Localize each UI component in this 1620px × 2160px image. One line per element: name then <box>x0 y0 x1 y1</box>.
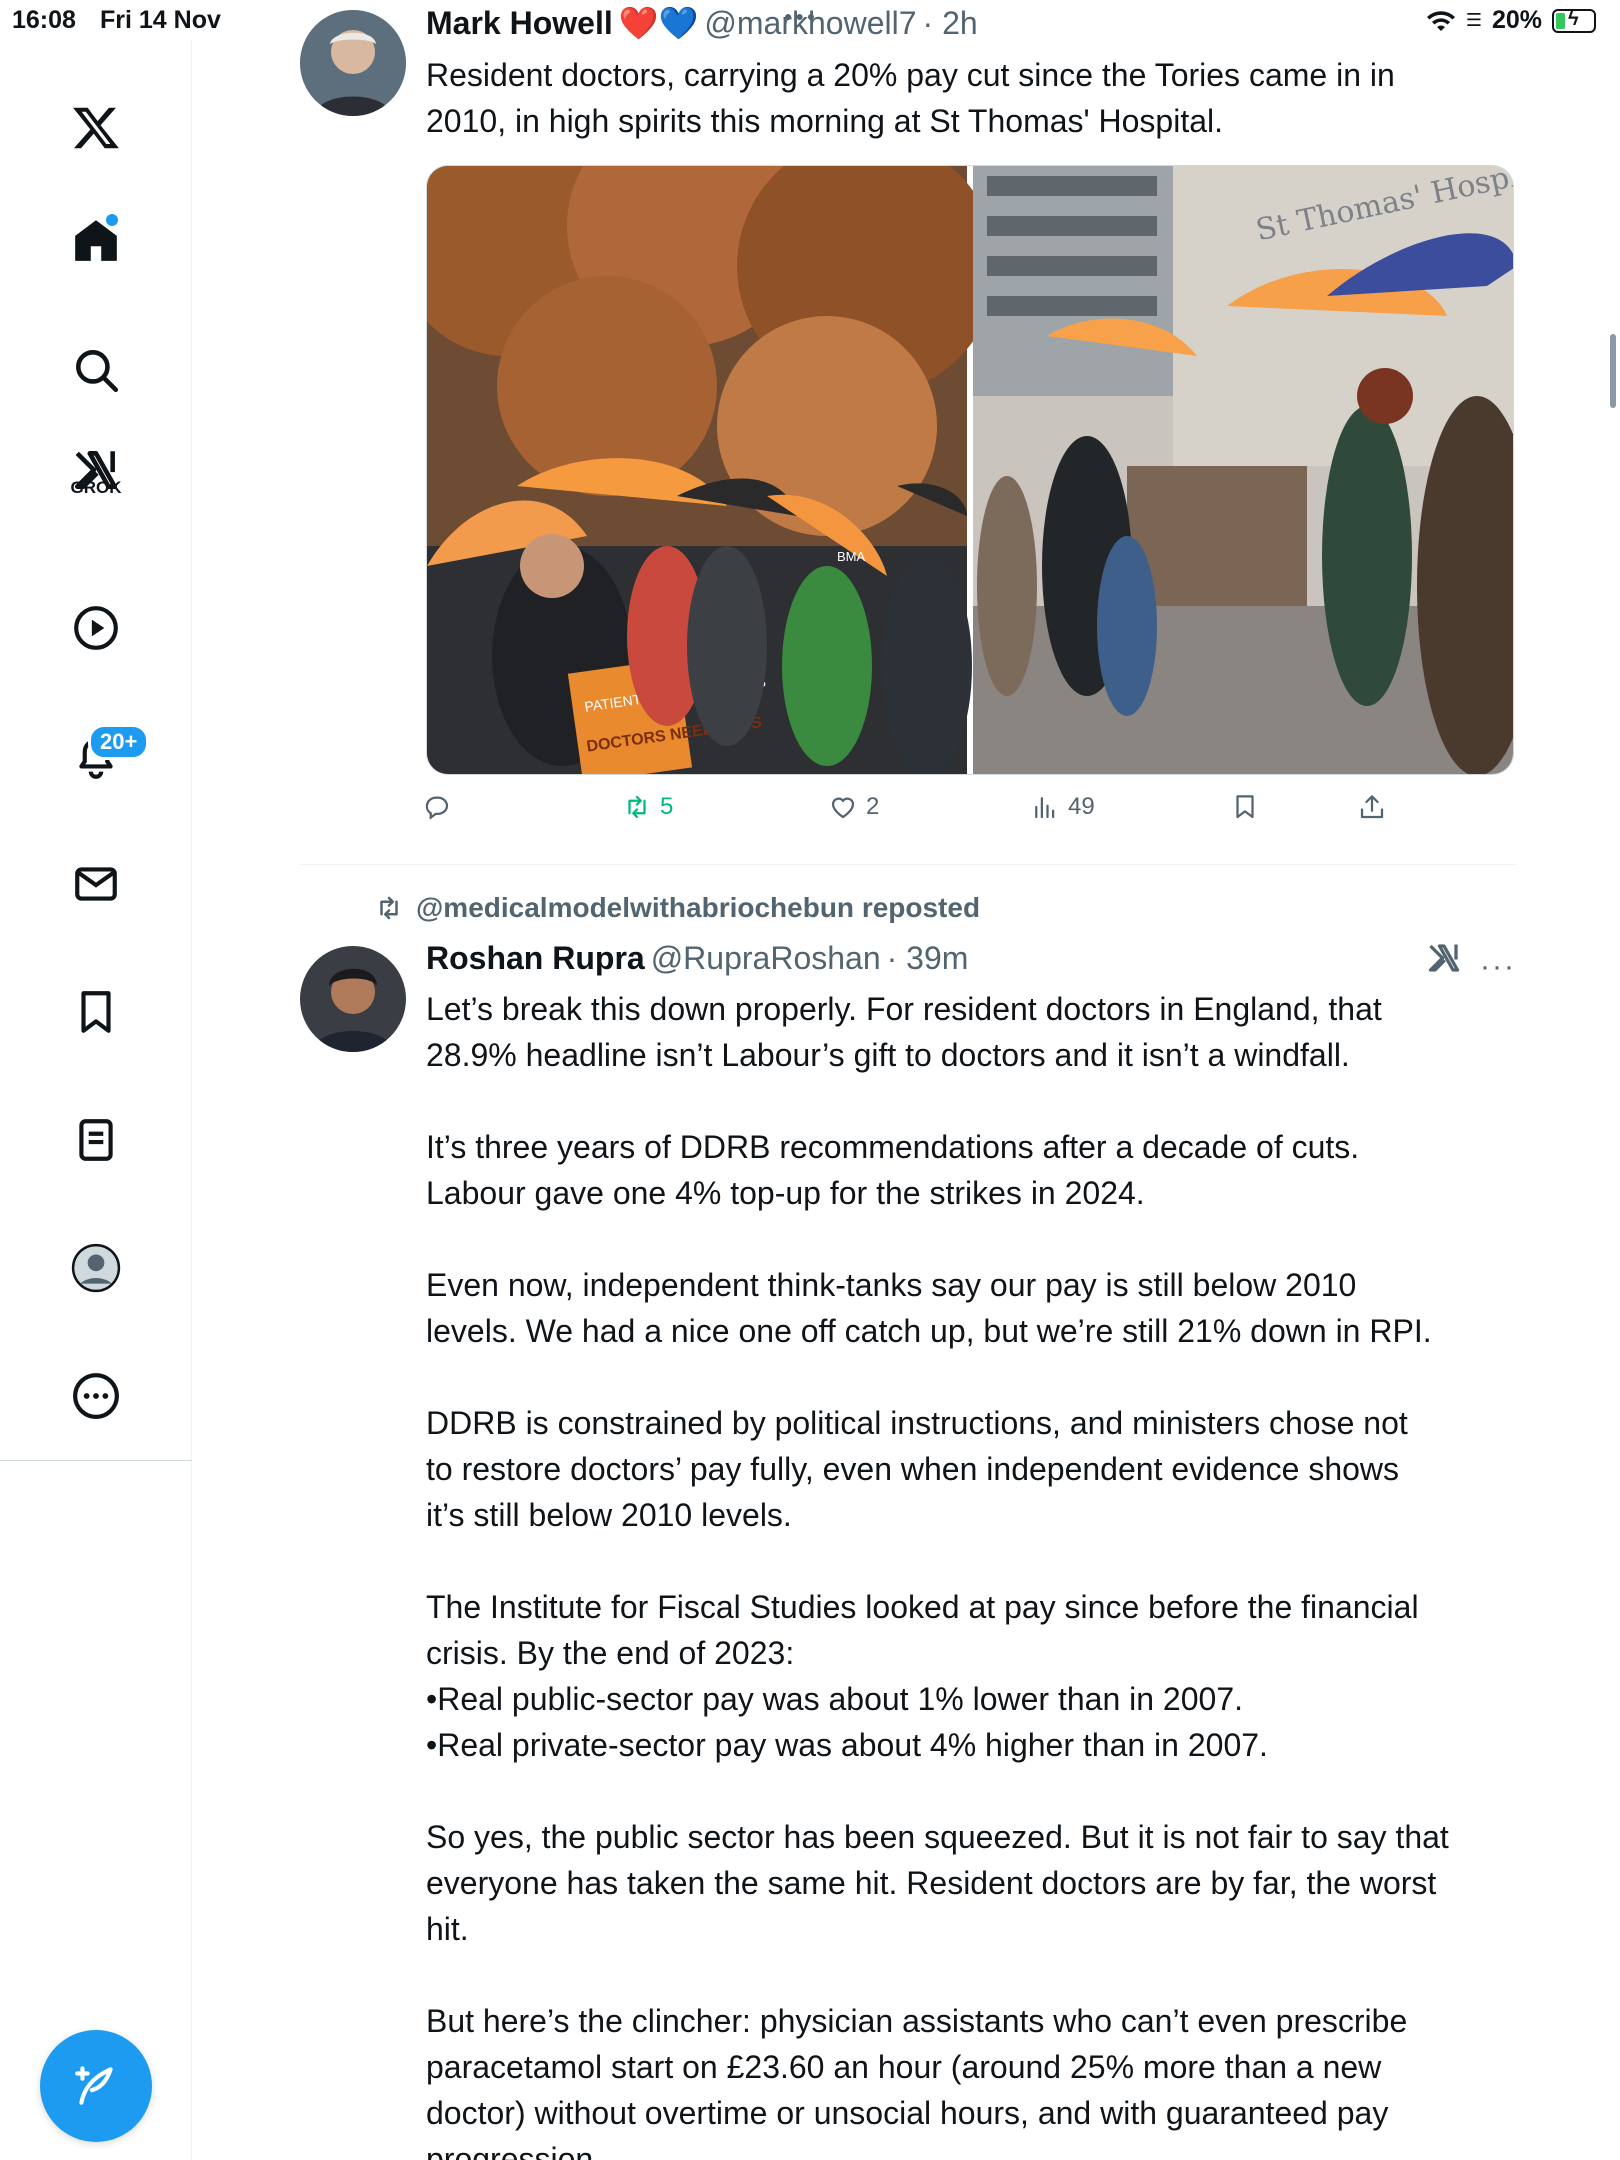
x-logo-icon[interactable] <box>56 88 136 168</box>
grok-explain-icon[interactable] <box>1426 940 1462 981</box>
list-icon[interactable] <box>56 1100 136 1180</box>
repost-context: @medicalmodelwithabriochebun reposted <box>374 892 980 924</box>
avatar[interactable] <box>300 946 406 1052</box>
compose-icon <box>75 2066 113 2105</box>
repost-count: 5 <box>660 793 674 820</box>
grok-label[interactable]: GROK <box>56 478 136 498</box>
author-handle[interactable]: @RupraRoshan <box>651 940 881 977</box>
heart-icon <box>831 797 855 819</box>
profile-icon[interactable] <box>56 1228 136 1308</box>
more-options-icon[interactable]: ··· <box>1480 950 1516 984</box>
like-button[interactable]: 2 <box>828 792 879 822</box>
tweet-media[interactable]: PATIENTS NEED DOCTORS DOCTORS NEED JOBS … <box>426 165 1514 775</box>
tweet-header: Mark Howell ❤️💙 @markhowell7 · 2h <box>426 4 978 42</box>
reposted-by[interactable]: @medicalmodelwithabriochebun reposted <box>416 892 980 924</box>
more-icon[interactable] <box>56 1356 136 1436</box>
sidebar-separator <box>0 1460 192 1461</box>
author-handle[interactable]: @markhowell7 <box>704 5 916 42</box>
sidebar: GROK 20+ <box>0 40 192 2160</box>
timeline: Mark Howell ❤️💙 @markhowell7 · 2h Reside… <box>300 0 1516 2160</box>
reply-button[interactable] <box>422 792 460 822</box>
status-date: Fri 14 Nov <box>100 6 221 34</box>
tweet-time[interactable]: · 39m <box>887 940 969 977</box>
tweet-divider <box>300 864 1516 865</box>
tweet-time[interactable]: · 2h <box>923 5 978 42</box>
tweet-actions: 5 2 49 <box>422 792 1402 832</box>
notification-badge: 20+ <box>88 724 150 760</box>
views-button[interactable]: 49 <box>1030 792 1095 822</box>
home-notification-dot <box>106 214 118 226</box>
reply-icon <box>425 796 449 820</box>
avatar[interactable] <box>300 10 406 116</box>
bookmark-button[interactable] <box>1230 792 1260 822</box>
scrollbar[interactable] <box>1610 334 1616 408</box>
search-icon[interactable] <box>56 330 136 410</box>
heart-emoji: ❤️💙 <box>618 5 699 41</box>
views-icon <box>1035 797 1055 819</box>
mail-icon[interactable] <box>56 844 136 924</box>
play-icon[interactable] <box>56 588 136 668</box>
author-name[interactable]: Mark Howell <box>426 5 613 42</box>
author-name[interactable]: Roshan Rupra <box>426 940 645 977</box>
tweet-text: Let’s break this down properly. For resi… <box>426 991 1449 2160</box>
like-count: 2 <box>866 793 880 820</box>
bookmark-icon[interactable] <box>56 972 136 1052</box>
tweet-text: Resident doctors, carrying a 20% pay cut… <box>426 57 1395 139</box>
tweet-header: Roshan Rupra @RupraRoshan · 39m <box>426 940 968 977</box>
bookmark-icon <box>1236 795 1254 819</box>
compose-button[interactable] <box>40 2030 152 2142</box>
repost-icon <box>380 896 398 920</box>
repost-icon <box>628 795 646 819</box>
umbrella-brand: BMA <box>837 549 866 564</box>
views-count: 49 <box>1068 793 1095 820</box>
share-button[interactable] <box>1357 792 1387 822</box>
share-icon <box>1360 795 1384 819</box>
battery-icon: ϟ <box>1552 8 1596 33</box>
status-time: 16:08 <box>12 6 76 34</box>
home-icon[interactable] <box>56 200 136 280</box>
repost-button[interactable]: 5 <box>622 792 673 822</box>
